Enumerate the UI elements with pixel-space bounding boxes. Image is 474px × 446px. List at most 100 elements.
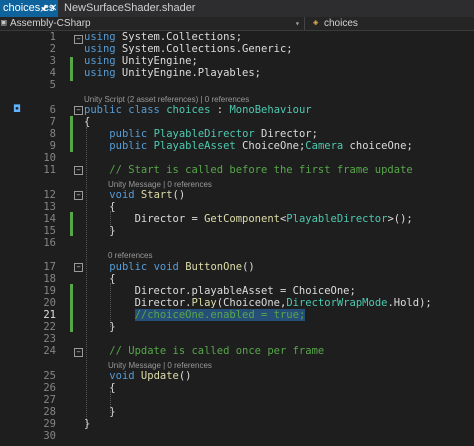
- code-token: choiceOne;: [343, 140, 413, 152]
- code-token: void: [153, 261, 179, 273]
- code-token: Director.: [84, 297, 192, 309]
- code-line[interactable]: public PlayableDirector Director;: [84, 128, 318, 140]
- code-line[interactable]: Director.playableAsset = ChoiceOne;: [84, 285, 356, 297]
- line-number: 6: [49, 104, 56, 116]
- code-token: (): [178, 370, 192, 382]
- codelens-update[interactable]: Unity Message | 0 references: [108, 361, 212, 370]
- line-number: 15: [43, 225, 56, 237]
- code-token: }: [84, 418, 91, 430]
- line-number: 17: [43, 261, 56, 273]
- code-token: Update: [140, 370, 179, 382]
- code-line[interactable]: using System.Collections;: [84, 31, 242, 43]
- line-number: 27: [43, 394, 56, 406]
- code-token: GetComponent: [204, 213, 280, 225]
- code-token: public: [109, 261, 148, 273]
- code-line[interactable]: using UnityEngine.Playables;: [84, 67, 261, 79]
- code-token: void: [109, 370, 135, 382]
- collapse-icon[interactable]: −: [74, 106, 83, 115]
- code-token: (): [172, 189, 186, 201]
- member-name: choices: [324, 18, 358, 29]
- code-line[interactable]: Director.Play(ChoiceOne,DirectorWrapMode…: [84, 297, 432, 309]
- code-line[interactable]: }: [84, 406, 116, 418]
- code-token: public: [84, 104, 122, 116]
- change-marker: [70, 57, 73, 81]
- code-token: {: [84, 382, 116, 394]
- line-number: 8: [49, 128, 56, 140]
- change-marker: [70, 212, 73, 236]
- line-number: 9: [49, 140, 56, 152]
- code-token: //choiceOne.enabled = true;: [134, 309, 306, 321]
- code-token: (): [242, 261, 255, 273]
- code-token: // Update is called once per frame: [84, 345, 325, 357]
- code-line[interactable]: using UnityEngine;: [84, 55, 198, 67]
- code-token: :: [210, 104, 230, 116]
- code-line[interactable]: public class choices : MonoBehaviour: [84, 104, 312, 116]
- codelens-start[interactable]: Unity Message | 0 references: [108, 180, 212, 189]
- navigation-bar: ▣ Assembly-CSharp ▾ ◈ choices: [0, 17, 474, 31]
- codelens-update-text[interactable]: Unity Message | 0 references: [108, 361, 212, 370]
- collapse-icon[interactable]: −: [74, 263, 83, 272]
- close-icon[interactable]: ✕: [49, 0, 57, 17]
- change-marker: [70, 116, 73, 152]
- tab-newsurfaceshader[interactable]: NewSurfaceShader.shader: [62, 0, 195, 17]
- code-editor[interactable]: ◘ − − − − − − Unity Script (2 asset refe…: [0, 31, 474, 446]
- line-number: 19: [43, 285, 56, 297]
- code-line[interactable]: public PlayableAsset ChoiceOne;Camera ch…: [84, 140, 413, 152]
- line-number: 12: [43, 189, 56, 201]
- tab-choices-cs[interactable]: choices.cs 🖈 ✕: [0, 0, 58, 17]
- line-number: 4: [49, 67, 56, 79]
- code-line[interactable]: {: [84, 201, 116, 213]
- codelens-class[interactable]: Unity Script (2 asset references) | 0 re…: [84, 95, 249, 104]
- codelens-start-text[interactable]: Unity Message | 0 references: [108, 180, 212, 189]
- codelens-buttonone[interactable]: 0 references: [108, 251, 152, 260]
- codelens-class-text[interactable]: Unity Script (2 asset references) | 0 re…: [84, 95, 249, 104]
- code-line[interactable]: }: [84, 321, 116, 333]
- line-number: 28: [43, 406, 56, 418]
- code-token: {: [84, 201, 116, 213]
- code-token: MonoBehaviour: [229, 104, 312, 116]
- code-line[interactable]: public void ButtonOne(): [84, 261, 255, 273]
- code-token: Camera: [305, 140, 344, 152]
- collapse-icon[interactable]: −: [74, 348, 83, 357]
- code-line[interactable]: }: [84, 418, 90, 430]
- line-number: 30: [43, 430, 56, 442]
- code-token: choices: [166, 104, 211, 116]
- code-token: .Hold);: [387, 297, 432, 309]
- pin-icon[interactable]: 🖈: [40, 0, 48, 17]
- code-line[interactable]: {: [84, 273, 115, 285]
- class-icon: ◈: [313, 18, 319, 28]
- code-line[interactable]: }: [84, 225, 115, 237]
- code-line[interactable]: // Start is called before the first fram…: [84, 164, 413, 176]
- code-token: public: [109, 140, 148, 152]
- code-token: {: [84, 116, 91, 128]
- code-line[interactable]: {: [84, 382, 116, 394]
- collapse-icon[interactable]: −: [74, 166, 83, 175]
- line-number: 26: [43, 382, 56, 394]
- project-dropdown[interactable]: ▣ Assembly-CSharp ▾: [0, 17, 305, 30]
- change-marker: [70, 284, 73, 332]
- code-line[interactable]: //choiceOne.enabled = true;: [84, 309, 306, 321]
- code-token: }: [84, 406, 116, 418]
- line-number: 3: [49, 55, 56, 67]
- collapse-icon[interactable]: −: [74, 191, 83, 200]
- chevron-down-icon: ▾: [295, 19, 300, 28]
- line-number: 2: [49, 43, 56, 55]
- code-token: }: [84, 321, 116, 333]
- code-token: ButtonOne: [185, 261, 243, 273]
- code-token: // Start is called before the first fram…: [84, 164, 413, 176]
- tab-label: NewSurfaceShader.shader: [64, 2, 196, 14]
- code-line[interactable]: void Update(): [84, 370, 192, 382]
- collapse-icon[interactable]: −: [74, 35, 83, 44]
- code-line[interactable]: void Start(): [84, 189, 185, 201]
- code-line[interactable]: {: [84, 116, 90, 128]
- codelens-buttonone-text[interactable]: 0 references: [108, 251, 152, 260]
- code-line[interactable]: // Update is called once per frame: [84, 345, 324, 357]
- code-line[interactable]: using System.Collections.Generic;: [84, 43, 293, 55]
- code-line[interactable]: Director = GetComponent<PlayableDirector…: [84, 213, 413, 225]
